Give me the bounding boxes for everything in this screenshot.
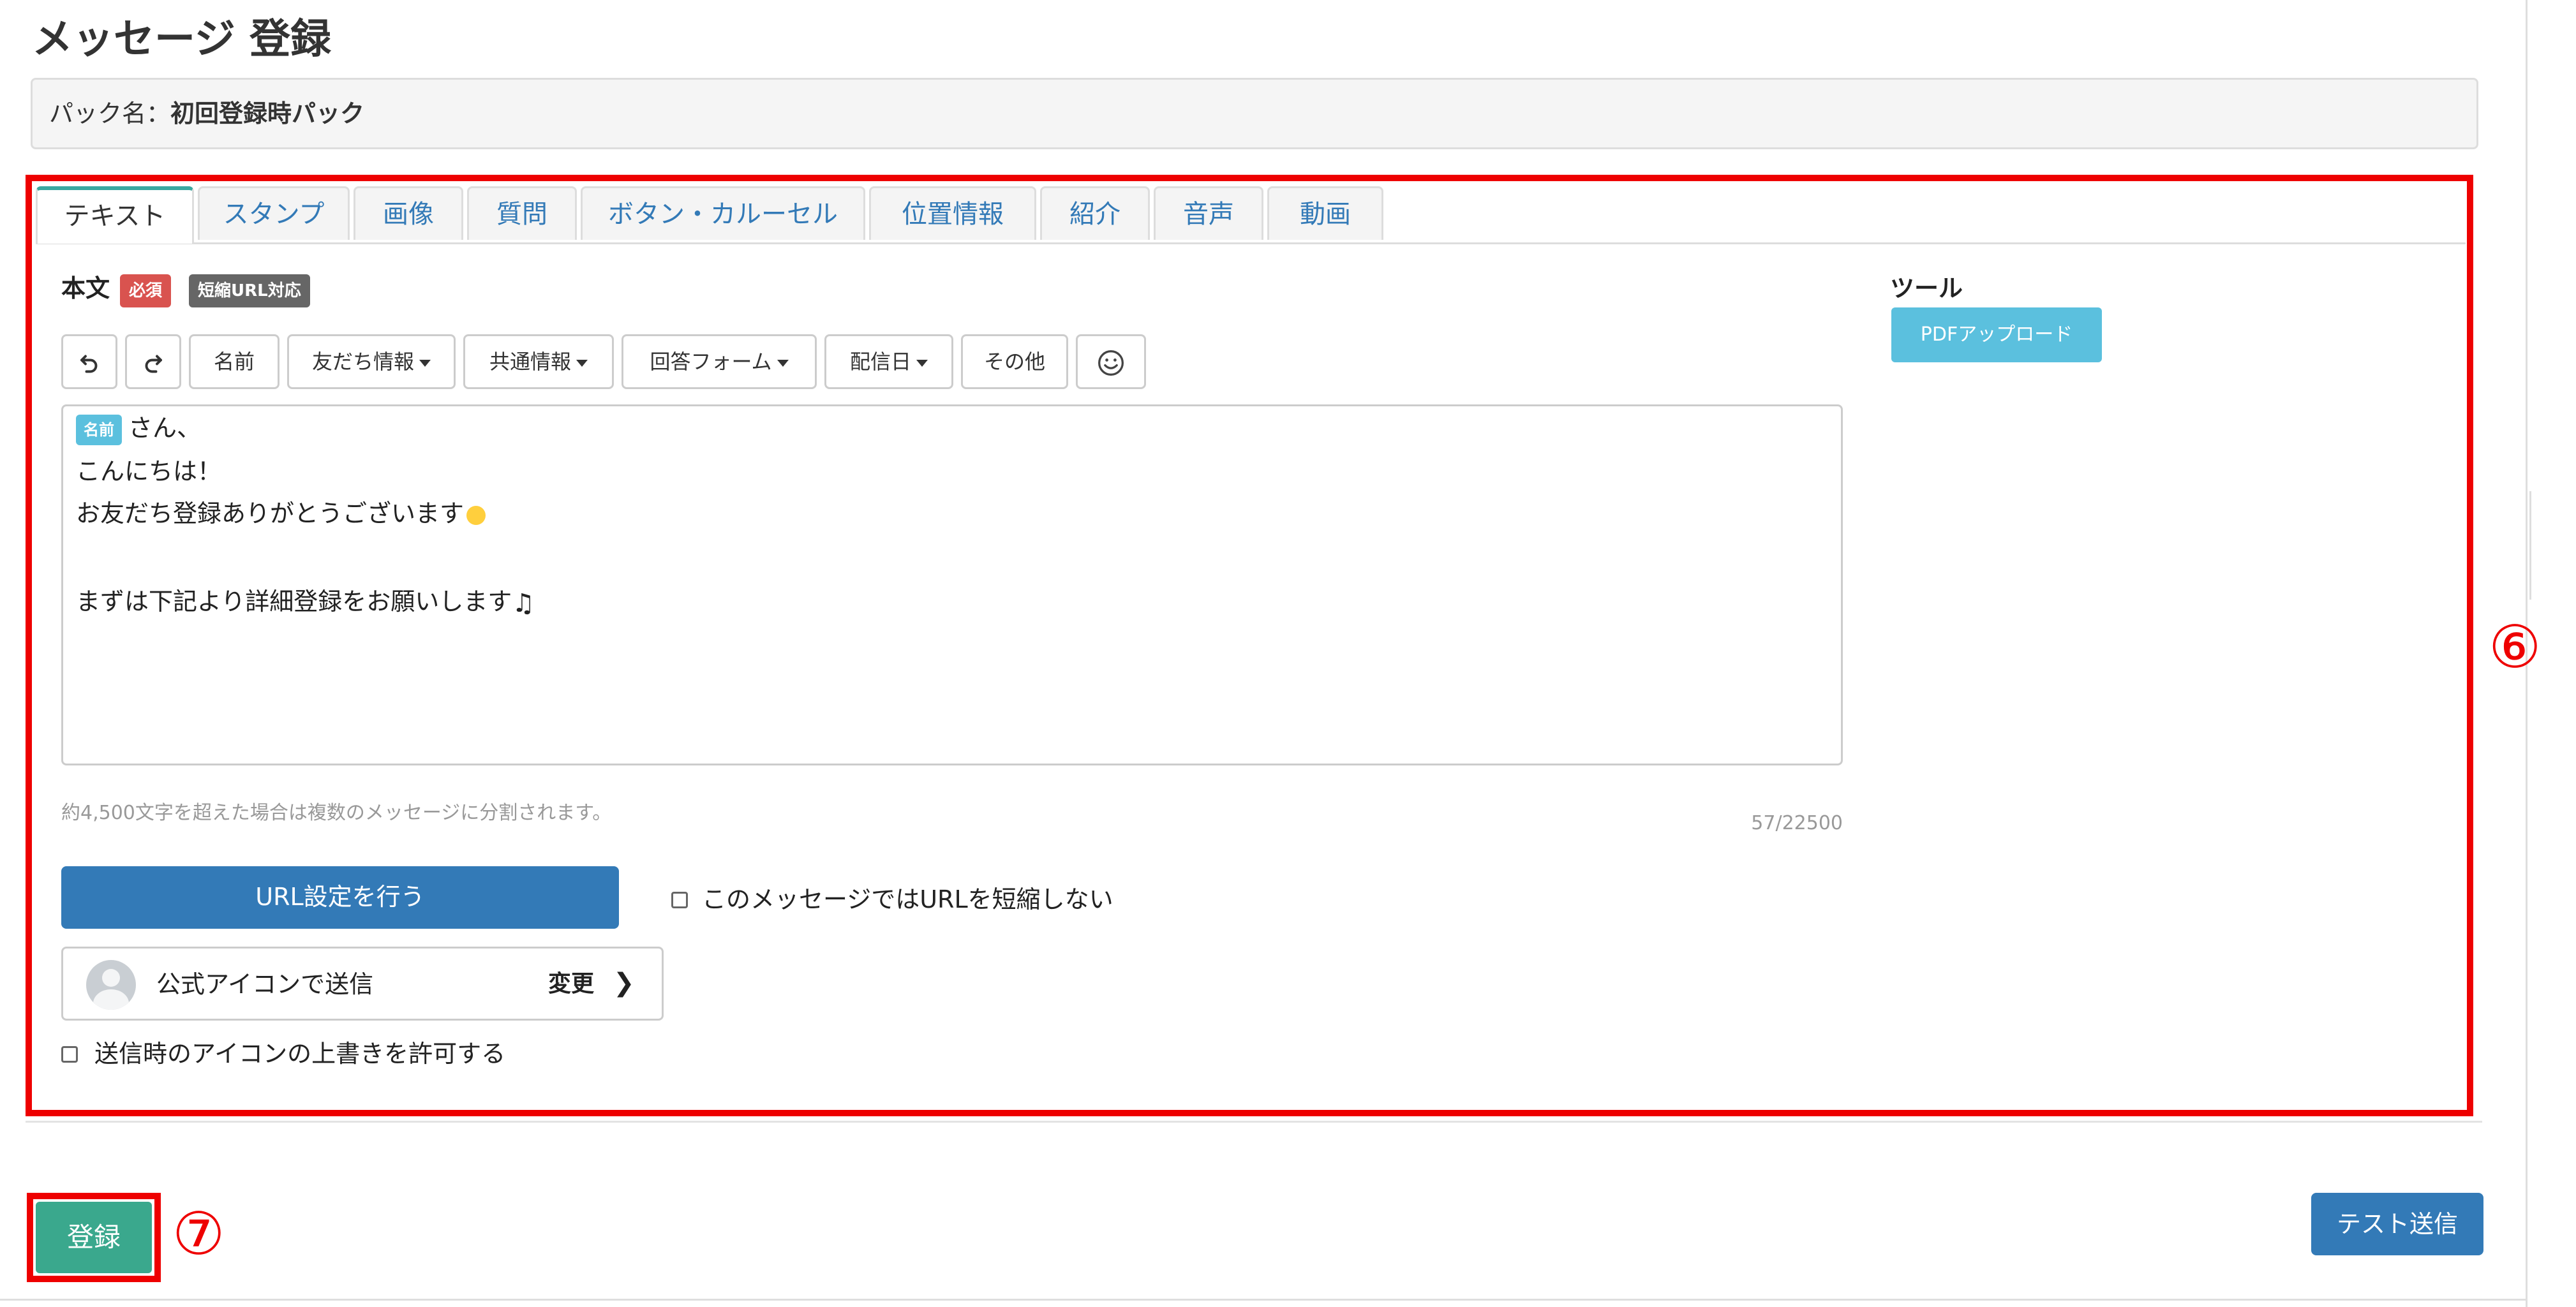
allow-icon-override-checkbox[interactable] [61, 1046, 78, 1063]
delivery-date-dropdown[interactable]: 配信日 [824, 334, 953, 389]
editor-line-4: まずは下記より詳細登録をお願いします♫ [76, 584, 535, 621]
content-border-segment [2529, 491, 2531, 600]
panel-divider [26, 1121, 2482, 1123]
no-shorten-url-label[interactable]: このメッセージではURLを短縮しない [702, 882, 1113, 917]
character-counter: 57/22500 [1751, 812, 1843, 834]
caret-down-icon [777, 359, 789, 367]
editor-line-3: お友だち登録ありがとうございます😆 [76, 496, 486, 531]
caret-down-icon [576, 359, 588, 367]
required-badge: 必須 [120, 274, 172, 307]
no-shorten-url-checkbox[interactable] [671, 892, 688, 908]
editor-line-1-text: さん、 [128, 414, 202, 442]
pack-info-text: パック名：初回登録時パック [49, 80, 364, 147]
avatar-icon [86, 960, 136, 1010]
allow-icon-override-label[interactable]: 送信時のアイコンの上書きを許可する [94, 1036, 505, 1072]
content-border-bottom [0, 1299, 2527, 1301]
answer-form-label: 回答フォーム [650, 350, 772, 374]
redo-icon [145, 355, 162, 373]
grinning-face-emoji-icon: 😆 [466, 505, 486, 525]
friend-info-label: 友だち情報 [311, 350, 414, 374]
tab-video[interactable]: 動画 [1267, 186, 1383, 240]
tab-location[interactable]: 位置情報 [869, 186, 1036, 240]
test-send-button[interactable]: テスト送信 [2311, 1193, 2483, 1255]
undo-button[interactable] [61, 334, 117, 389]
chevron-right-icon: ❯ [613, 968, 635, 998]
pack-label: パック名： [49, 100, 171, 128]
tab-image[interactable]: 画像 [354, 186, 463, 240]
sender-icon-selector[interactable]: 公式アイコンで送信 変更 ❯ [61, 947, 664, 1021]
smiley-icon [1098, 350, 1124, 376]
name-variable-tag: 名前 [76, 414, 122, 445]
editor-line-4-text: まずは下記より詳細登録をお願いします [76, 587, 512, 616]
pack-name: 初回登録時パック [170, 100, 365, 128]
tab-stamp[interactable]: スタンプ [198, 186, 350, 240]
message-body-editor[interactable]: 名前さん、 こんにちは！ お友だち登録ありがとうございます😆 まずは下記より詳細… [61, 404, 1843, 765]
tab-referral[interactable]: 紹介 [1040, 186, 1150, 240]
caret-down-icon [916, 359, 928, 367]
common-info-label: 共通情報 [489, 350, 571, 374]
tab-bar-line [36, 242, 2466, 244]
body-label: 本文 [61, 274, 110, 302]
editor-line-1: 名前 さん、 [76, 410, 201, 446]
editor-line-2: こんにちは！ [76, 457, 222, 485]
tools-heading: ツール [1890, 274, 1963, 302]
change-icon-link[interactable]: 変更 [548, 966, 594, 1002]
other-button[interactable]: その他 [961, 334, 1068, 389]
redo-button[interactable] [125, 334, 181, 389]
annotation-number-7: ⑦ [172, 1200, 225, 1268]
page-title: メッセージ 登録 [32, 16, 332, 63]
tab-audio[interactable]: 音声 [1154, 186, 1263, 240]
answer-form-dropdown[interactable]: 回答フォーム [622, 334, 817, 389]
caret-down-icon [419, 359, 431, 367]
split-message-hint: 約4,500文字を超えた場合は複数のメッセージに分割されます。 [61, 802, 612, 824]
annotation-number-6: ⑥ [2489, 613, 2542, 681]
submit-register-button[interactable]: 登録 [36, 1202, 152, 1273]
short-url-badge: 短縮URL対応 [189, 274, 310, 307]
emoji-button[interactable] [1076, 334, 1146, 389]
pack-info-bar: パック名：初回登録時パック [31, 78, 2478, 149]
editor-line-3-text: お友だち登録ありがとうございます [76, 499, 465, 528]
music-note-emoji-icon: ♫ [512, 588, 535, 618]
delivery-date-label: 配信日 [849, 350, 911, 374]
official-icon-send-label: 公式アイコンで送信 [156, 970, 374, 998]
common-info-dropdown[interactable]: 共通情報 [463, 334, 614, 389]
url-settings-button[interactable]: URL設定を行う [61, 866, 619, 929]
tab-text[interactable]: テキスト [36, 186, 194, 244]
insert-name-button[interactable]: 名前 [189, 334, 279, 389]
undo-icon [80, 355, 98, 373]
pdf-upload-button[interactable]: PDFアップロード [1891, 307, 2102, 362]
tab-question[interactable]: 質問 [467, 186, 577, 240]
friend-info-dropdown[interactable]: 友だち情報 [287, 334, 456, 389]
tab-button-carousel[interactable]: ボタン・カルーセル [581, 186, 865, 240]
